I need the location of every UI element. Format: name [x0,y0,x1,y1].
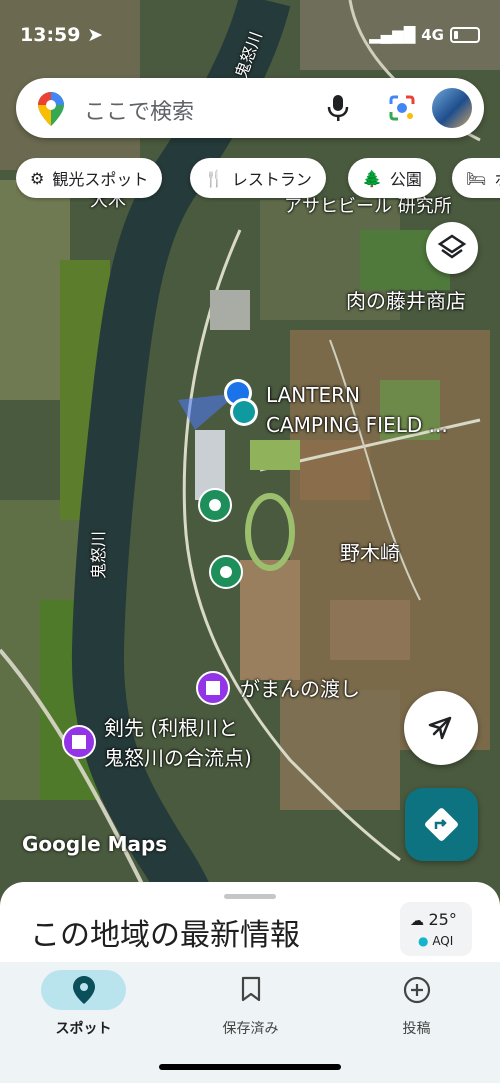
map-label-kensaki[interactable]: 剣先 (利根川と 鬼怒川の合流点) [104,713,252,773]
my-location-button[interactable] [404,691,478,765]
navigation-arrow-icon [428,716,452,740]
aqi-row: ● AQI [418,934,453,948]
chip-hotel-label: ホ [494,166,500,190]
location-pin-icon [73,976,95,1004]
camera-icon: ⚙ [30,168,45,188]
nav-explore-label: スポット [55,1021,112,1037]
nav-saved-label: 保存済み [222,1021,279,1037]
sheet-title: この地域の最新情報 [30,918,300,953]
map-label-lantern-line2: CAMPING FIELD ... [266,413,448,437]
status-time: 13:59 ➤ [20,24,104,46]
weather-temp: 25° [428,910,457,929]
directions-button[interactable] [405,788,478,861]
chip-sightseeing[interactable]: ⚙ 観光スポット [16,158,163,198]
nav-contribute-label: 投稿 [402,1021,431,1037]
google-maps-pin-icon [38,92,64,126]
signal-icon: ▂▄▆█ [369,26,416,44]
cloud-icon: ☁ [410,913,424,929]
layers-button[interactable] [426,222,478,274]
chip-sightseeing-label: 観光スポット [52,170,149,189]
home-indicator[interactable] [159,1064,341,1070]
nav-contribute[interactable]: 投稿 [333,962,500,1042]
chip-hotel[interactable]: 🛏 ホ [452,158,500,198]
category-chips: ⚙ 観光スポット 🍴 レストラン 🌲 公園 🛏 ホ [16,158,500,202]
battery-icon [450,27,480,43]
map-label-niku[interactable]: 肉の藤井商店 [346,286,466,316]
avatar[interactable] [432,88,472,128]
add-circle-icon [403,976,431,1004]
map-label-lantern[interactable]: LANTERN CAMPING FIELD ... [266,380,448,440]
bed-icon: 🛏 [466,168,487,188]
map-label-lantern-line1: LANTERN [266,383,360,407]
map-label-kensaki-line1: 剣先 (利根川と [104,716,239,740]
layers-icon [437,234,467,259]
chip-park[interactable]: 🌲 公園 [348,158,436,198]
bookmark-icon [241,976,261,1002]
search-input[interactable]: ここで検索 [84,94,194,126]
google-maps-logo: Google Maps [22,832,168,856]
tree-icon: 🌲 [362,168,382,188]
weather-row: ☁ 25° [410,910,457,929]
search-bar[interactable]: ここで検索 [16,78,484,138]
map-label-gaman[interactable]: がまんの渡し [240,674,360,704]
nav-saved[interactable]: 保存済み [167,962,334,1042]
directions-icon [425,808,458,841]
location-arrow-icon: ➤ [87,24,104,46]
weather-widget[interactable]: ☁ 25° ● AQI [400,902,472,956]
chip-restaurant[interactable]: 🍴 レストラン [190,158,326,198]
chip-restaurant-label: レストラン [231,170,312,189]
network-label: 4G [421,26,444,44]
map-label-kinugawa-mid: 鬼怒川 [89,530,109,580]
chip-park-label: 公園 [389,170,422,189]
google-lens-icon[interactable] [388,94,416,122]
aqi-dot-icon: ● [418,934,429,948]
sheet-grab-handle[interactable] [224,894,276,899]
status-right: ▂▄▆█ 4G [369,26,480,44]
aqi-label: AQI [432,934,454,948]
microphone-icon[interactable] [326,94,350,122]
map-label-nogisaki: 野木崎 [340,541,400,565]
fork-knife-icon: 🍴 [204,168,224,188]
nav-explore[interactable]: スポット [0,962,167,1042]
map-label-kensaki-line2: 鬼怒川の合流点) [104,746,252,770]
status-bar: 13:59 ➤ ▂▄▆█ 4G [0,0,500,72]
